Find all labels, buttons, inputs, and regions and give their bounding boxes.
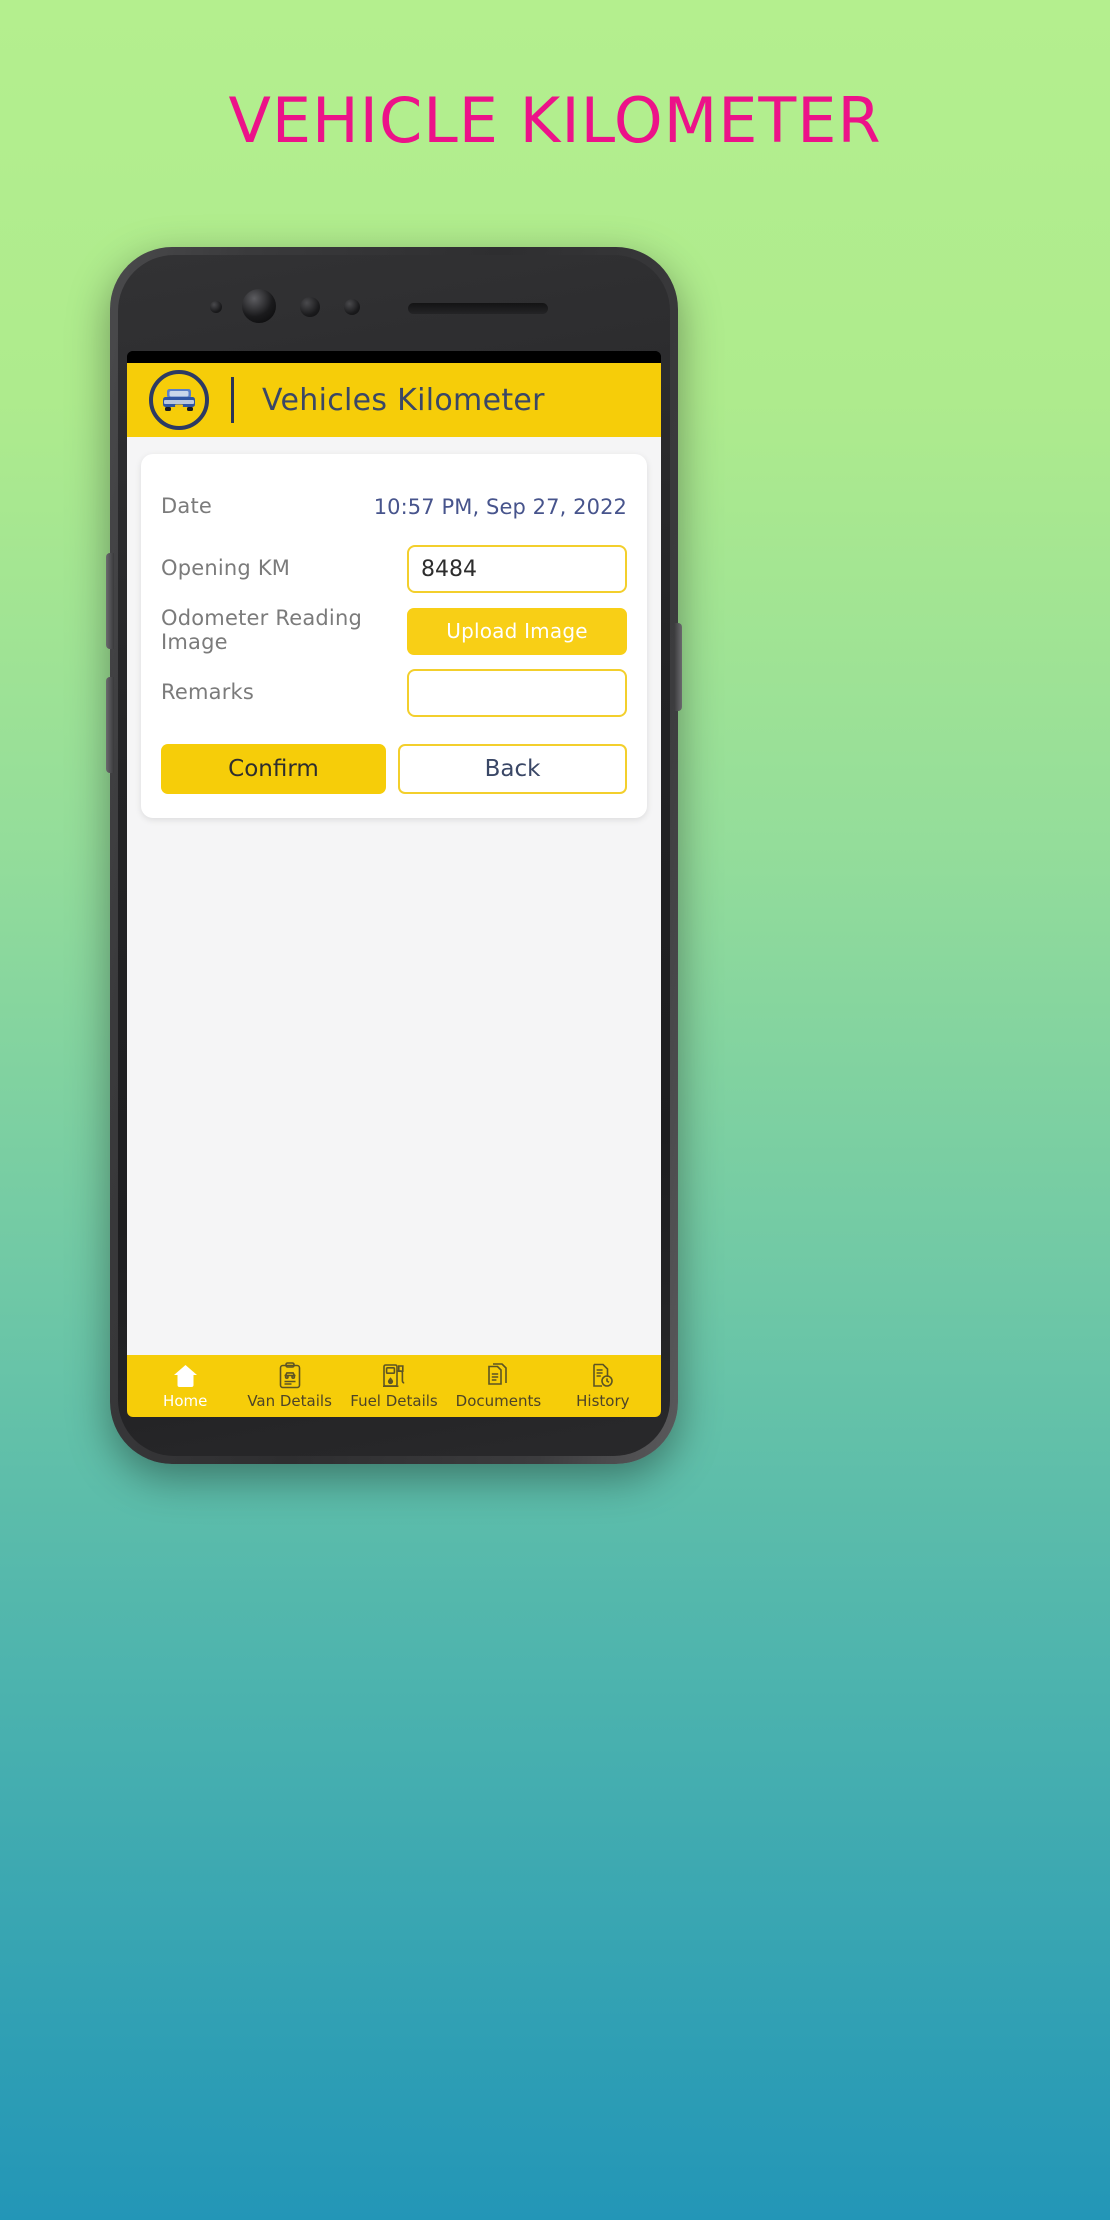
form-row-odometer-image: Odometer Reading Image Upload Image: [161, 600, 627, 662]
date-value: 10:57 PM, Sep 27, 2022: [373, 495, 627, 519]
opening-km-label: Opening KM: [161, 556, 291, 581]
phone-mockup: Vehicles Kilometer Date 10:57 PM, Sep 27…: [106, 247, 682, 1464]
sensor-light-icon: [210, 301, 222, 313]
date-label: Date: [161, 494, 212, 519]
earpiece-speaker: [408, 303, 548, 314]
front-camera-icon: [242, 289, 276, 323]
app-content: Date 10:57 PM, Sep 27, 2022 Opening KM 8…: [127, 437, 661, 1355]
odometer-image-label: Odometer Reading Image: [161, 606, 362, 654]
volume-up-button[interactable]: [106, 553, 114, 649]
home-icon: [172, 1361, 199, 1389]
form-row-opening-km: Opening KM: [161, 538, 627, 600]
fuel-pump-icon: [382, 1361, 407, 1389]
volume-down-button[interactable]: [106, 677, 114, 773]
form-row-date: Date 10:57 PM, Sep 27, 2022: [161, 476, 627, 538]
app-header: Vehicles Kilometer: [127, 363, 661, 437]
vehicle-suv-icon: [149, 370, 209, 430]
confirm-button[interactable]: Confirm: [161, 744, 386, 794]
remarks-input[interactable]: [407, 669, 627, 717]
page-title: VEHICLE KILOMETER: [228, 84, 882, 157]
phone-body: Vehicles Kilometer Date 10:57 PM, Sep 27…: [118, 255, 670, 1456]
phone-bottom-bezel: [118, 1401, 670, 1456]
back-button[interactable]: Back: [398, 744, 627, 794]
iris-sensor-icon: [300, 297, 320, 317]
form-row-remarks: Remarks: [161, 662, 627, 724]
header-divider: [231, 377, 234, 423]
documents-icon: [486, 1361, 511, 1389]
power-button[interactable]: [674, 623, 682, 711]
form-actions: Confirm Back: [161, 744, 627, 794]
proximity-sensor-icon: [344, 299, 360, 315]
phone-screen: Vehicles Kilometer Date 10:57 PM, Sep 27…: [127, 351, 661, 1417]
clipboard-van-icon: [278, 1361, 302, 1389]
app-title: Vehicles Kilometer: [262, 382, 545, 418]
upload-image-button[interactable]: Upload Image: [407, 607, 627, 655]
kilometer-form-card: Date 10:57 PM, Sep 27, 2022 Opening KM 8…: [141, 454, 647, 818]
status-bar: [127, 351, 661, 363]
opening-km-input[interactable]: [407, 545, 627, 593]
remarks-label: Remarks: [161, 680, 255, 705]
phone-top-bezel: [118, 255, 670, 351]
history-document-icon: [590, 1361, 615, 1389]
